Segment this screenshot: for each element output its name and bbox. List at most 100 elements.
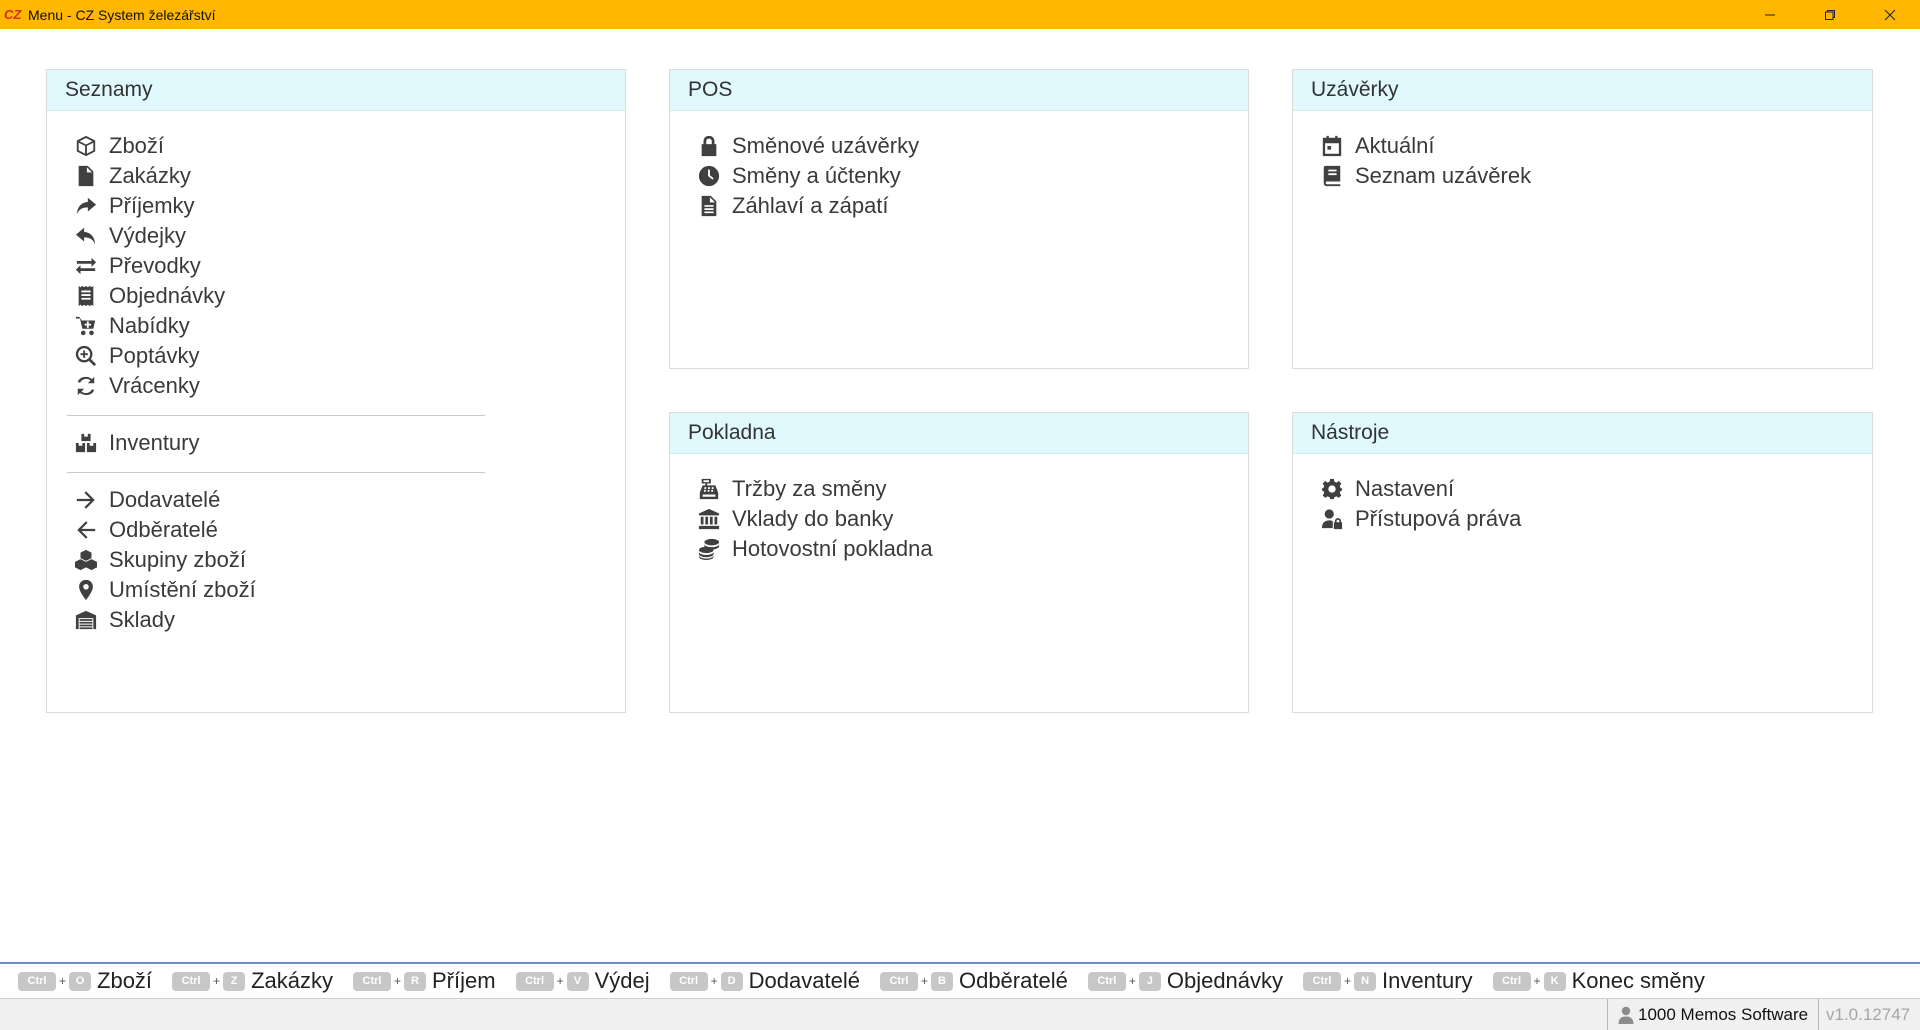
plus-sign: + (556, 974, 564, 988)
app-logo: CZ (4, 6, 22, 22)
plus-sign: + (59, 974, 67, 988)
menu-item-umisteni-zbozi[interactable]: Umístění zboží (73, 575, 625, 605)
menu-item-label: Nabídky (109, 313, 190, 338)
menu-item-nabidky[interactable]: Nabídky (73, 311, 625, 341)
menu-item-sklady[interactable]: Sklady (73, 605, 625, 635)
coins-icon (696, 538, 722, 560)
menu-separator (67, 415, 485, 416)
menu-item-vklady-do-banky[interactable]: Vklady do banky (696, 504, 1248, 534)
key-badge-ctrl: Ctrl (1087, 971, 1126, 991)
restore-button[interactable] (1800, 0, 1860, 29)
menu-item-trzby-za-smeny[interactable]: Tržby za směny (696, 474, 1248, 504)
shortcut-label: Zboží (97, 968, 153, 993)
menu-item-label: Tržby za směny (732, 476, 887, 501)
shortcut-label: Výdej (594, 968, 650, 993)
shortcut-vydej[interactable]: Ctrl + V Výdej (515, 968, 650, 994)
menu-item-label: Inventury (109, 430, 200, 455)
menu-item-label: Výdejky (109, 223, 187, 248)
menu-item-dodavatele[interactable]: Dodavatelé (73, 485, 625, 515)
user-icon (1618, 1006, 1634, 1024)
menu-item-seznam-uzaverek[interactable]: Seznam uzávěrek (1319, 161, 1872, 191)
menu-item-pristupova-prava[interactable]: Přístupová práva (1319, 504, 1872, 534)
seznamy-panel: Seznamy Zboží Zakázky Příjemky Výdejky P… (46, 69, 626, 713)
menu-item-vracenky[interactable]: Vrácenky (73, 371, 625, 401)
file-text-icon (696, 195, 722, 217)
menu-item-label: Směnové uzávěrky (732, 133, 920, 158)
shortcut-konec-smeny[interactable]: Ctrl + K Konec směny (1492, 968, 1705, 994)
menu-separator (67, 472, 485, 473)
menu-item-poptavky[interactable]: Poptávky (73, 341, 625, 371)
menu-item-smenove-uzaverky[interactable]: Směnové uzávěrky (696, 131, 1248, 161)
menu-item-label: Směny a účtenky (732, 163, 901, 188)
menu-item-zbozi[interactable]: Zboží (73, 131, 625, 161)
shortcut-label: Zakázky (251, 968, 333, 993)
menu-item-objednavky[interactable]: Objednávky (73, 281, 625, 311)
menu-item-label: Dodavatelé (109, 487, 221, 512)
shortcut-label: Příjem (432, 968, 496, 993)
pos-header: POS (670, 70, 1248, 111)
menu-item-label: Seznam uzávěrek (1355, 163, 1532, 188)
menu-item-label: Vklady do banky (732, 506, 894, 531)
menu-item-label: Přístupová práva (1355, 506, 1522, 531)
search-plus-icon (73, 345, 99, 367)
status-user: 1000 Memos Software (1607, 999, 1820, 1030)
menu-item-nastaveni[interactable]: Nastavení (1319, 474, 1872, 504)
menu-item-hotovostni-pokladna[interactable]: Hotovostní pokladna (696, 534, 1248, 564)
clock-icon (696, 165, 722, 187)
shortcut-inventury[interactable]: Ctrl + N Inventury (1303, 968, 1473, 994)
menu-item-label: Aktuální (1355, 133, 1435, 158)
plus-sign: + (710, 974, 718, 988)
cubes-icon (73, 549, 99, 571)
menu-item-prevodky[interactable]: Převodky (73, 251, 625, 281)
close-button[interactable] (1860, 0, 1920, 29)
menu-item-inventury[interactable]: Inventury (73, 428, 625, 458)
window-controls (1740, 0, 1920, 29)
minimize-icon (1765, 14, 1775, 15)
menu-item-label: Umístění zboží (109, 577, 256, 602)
pos-panel: POS Směnové uzávěrky Směny a účtenky Záh… (669, 69, 1249, 369)
file-signature-icon (73, 165, 99, 187)
minimize-button[interactable] (1740, 0, 1800, 29)
menu-item-label: Hotovostní pokladna (732, 536, 933, 561)
menu-item-label: Převodky (109, 253, 201, 278)
menu-item-label: Nastavení (1355, 476, 1455, 501)
nastroje-panel: Nástroje Nastavení Přístupová práva (1292, 412, 1873, 713)
shortcut-dodavatele[interactable]: Ctrl + D Dodavatelé (669, 968, 860, 994)
menu-item-label: Skupiny zboží (109, 547, 246, 572)
shortcut-label: Konec směny (1571, 968, 1705, 993)
plus-sign: + (393, 974, 401, 988)
menu-item-vydejky[interactable]: Výdejky (73, 221, 625, 251)
title-bar: CZ Menu - CZ System železářství (0, 0, 1920, 29)
shortcut-zbozi[interactable]: Ctrl + O Zboží (18, 968, 152, 994)
menu-item-label: Sklady (109, 607, 176, 632)
shortcut-label: Odběratelé (958, 968, 1068, 993)
menu-item-zakazky[interactable]: Zakázky (73, 161, 625, 191)
menu-item-label: Zboží (109, 133, 165, 158)
menu-item-zahlavi-a-zapati[interactable]: Záhlaví a zápatí (696, 191, 1248, 221)
book-icon (1319, 165, 1345, 187)
map-marker-icon (73, 579, 99, 601)
menu-item-prijemky[interactable]: Příjemky (73, 191, 625, 221)
shortcut-bar: Ctrl + O Zboží Ctrl + Z Zakázky Ctrl + R Příjem C… (0, 962, 1920, 998)
status-user-name: 1000 Memos Software (1638, 1005, 1809, 1024)
menu-item-smeny-a-uctenky[interactable]: Směny a účtenky (696, 161, 1248, 191)
reply-arrow-icon (73, 225, 99, 247)
warehouse-icon (73, 609, 99, 631)
sync-icon (73, 375, 99, 397)
key-badge-ctrl: Ctrl (1303, 971, 1342, 991)
shortcut-label: Dodavatelé (748, 968, 860, 993)
key-badge-letter: K (1543, 971, 1566, 991)
shortcut-objednavky[interactable]: Ctrl + J Objednávky (1087, 968, 1283, 994)
menu-item-skupiny-zbozi[interactable]: Skupiny zboží (73, 545, 625, 575)
key-badge-ctrl: Ctrl (172, 971, 211, 991)
shortcut-odberatele[interactable]: Ctrl + B Odběratelé (879, 968, 1068, 994)
boxes-icon (73, 432, 99, 454)
gear-icon (1319, 478, 1345, 500)
menu-item-odberatele[interactable]: Odběratelé (73, 515, 625, 545)
shortcut-zakazky[interactable]: Ctrl + Z Zakázky (172, 968, 333, 994)
shortcut-prijem[interactable]: Ctrl + R Příjem (352, 968, 496, 994)
calendar-icon (1319, 135, 1345, 157)
key-badge-ctrl: Ctrl (352, 971, 391, 991)
uzaverky-header: Uzávěrky (1293, 70, 1872, 111)
menu-item-aktualni[interactable]: Aktuální (1319, 131, 1872, 161)
